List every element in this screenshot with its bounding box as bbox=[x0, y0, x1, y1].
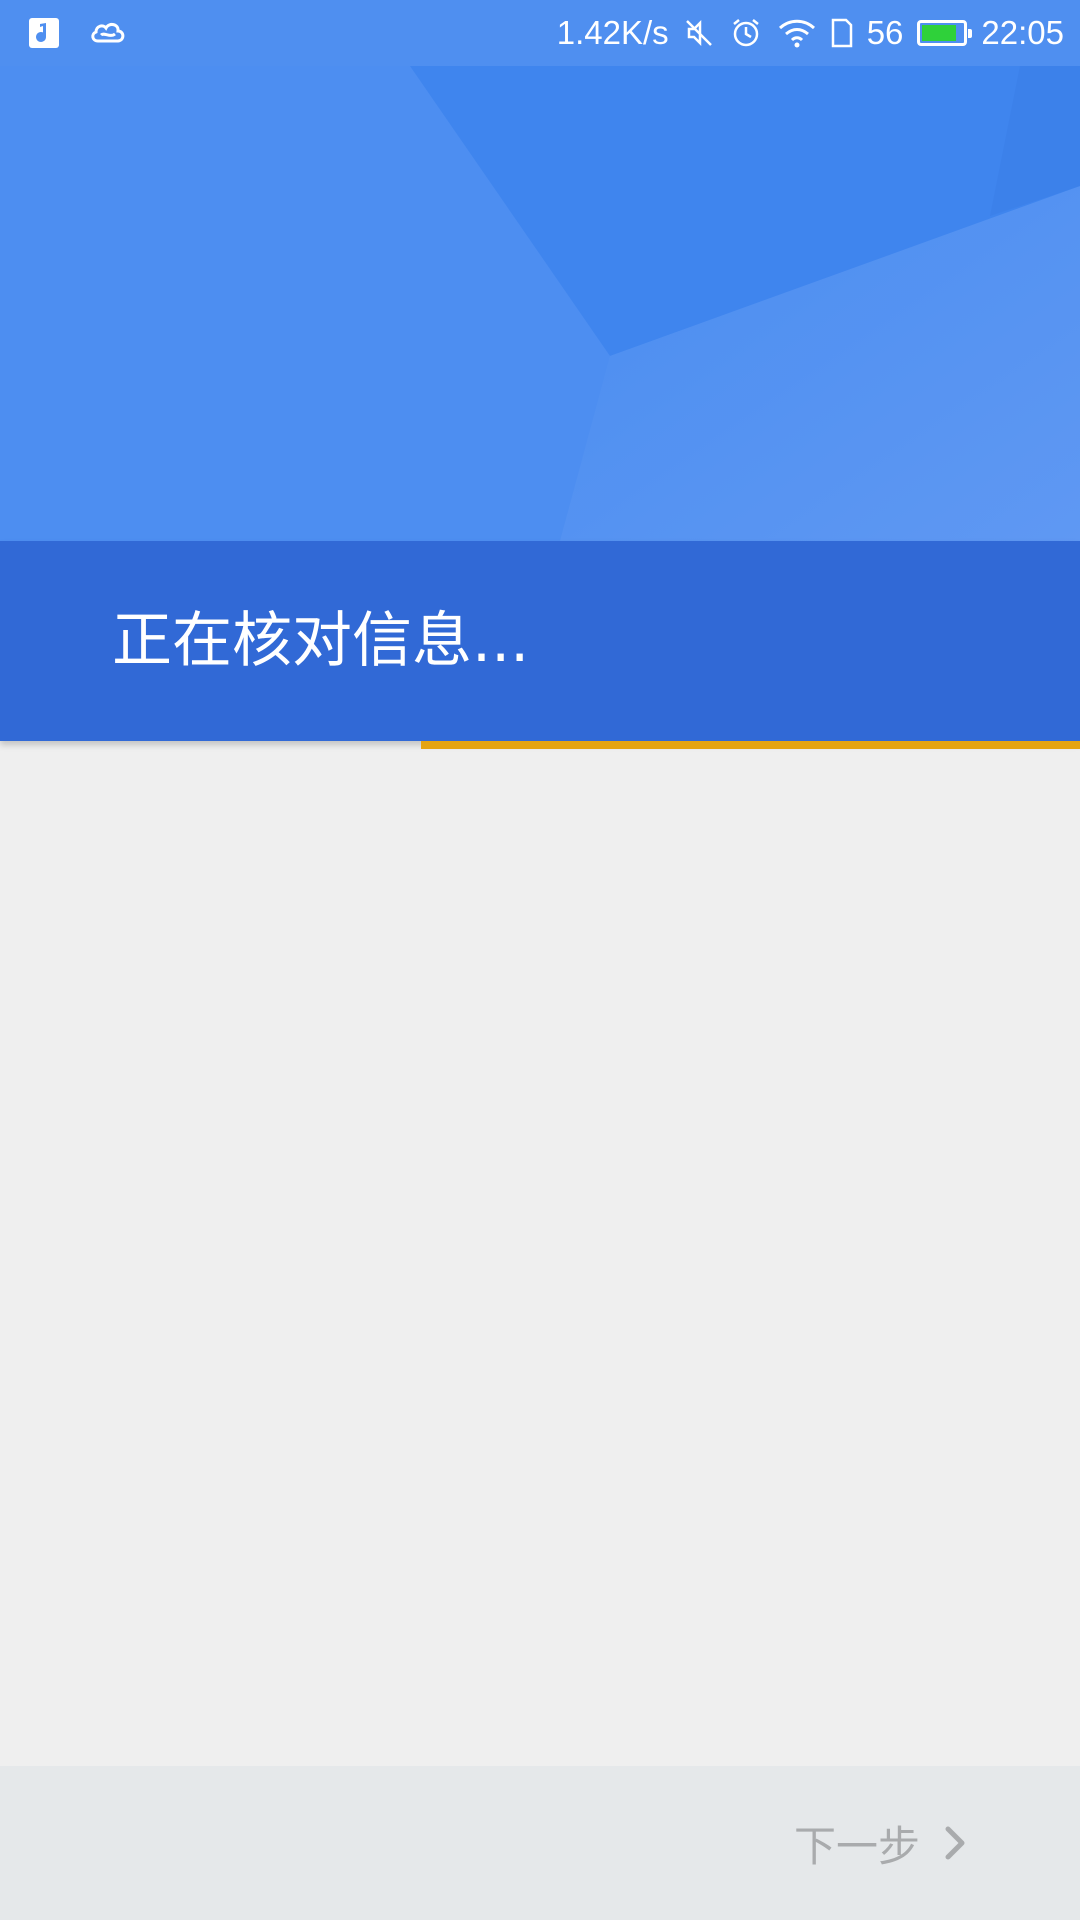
alarm-icon bbox=[729, 16, 763, 50]
cloud-app-icon bbox=[88, 17, 128, 49]
mute-icon bbox=[683, 17, 715, 49]
signal-text: 56 bbox=[866, 14, 904, 51]
next-step-button[interactable]: 下一步 bbox=[794, 1766, 968, 1920]
battery-icon bbox=[917, 20, 973, 46]
chevron-right-icon bbox=[942, 1825, 968, 1861]
header-hero bbox=[0, 66, 1080, 541]
progress-fill bbox=[421, 741, 1080, 749]
clock: 22:05 bbox=[981, 14, 1064, 51]
hero-background-graphic bbox=[0, 66, 1080, 541]
next-step-label: 下一步 bbox=[793, 1821, 920, 1871]
status-bar: 1.42K/s 56 22:05 bbox=[0, 0, 1080, 66]
music-app-icon bbox=[28, 17, 60, 49]
progress-bar bbox=[0, 741, 1080, 749]
status-bar-left bbox=[28, 0, 128, 66]
screen: 1.42K/s 56 22:05 正在核对信息... 下一步 bbox=[0, 0, 1080, 1920]
sim-icon bbox=[831, 18, 853, 48]
content-area bbox=[0, 749, 1080, 1766]
page-title: 正在核对信息... bbox=[112, 606, 530, 676]
status-bar-right: 1.42K/s 56 22:05 bbox=[557, 0, 1064, 66]
footer-bar: 下一步 bbox=[0, 1766, 1080, 1920]
wifi-icon bbox=[777, 17, 817, 49]
network-speed: 1.42K/s bbox=[556, 14, 669, 51]
battery-level bbox=[922, 25, 956, 41]
title-band: 正在核对信息... bbox=[0, 541, 1080, 741]
